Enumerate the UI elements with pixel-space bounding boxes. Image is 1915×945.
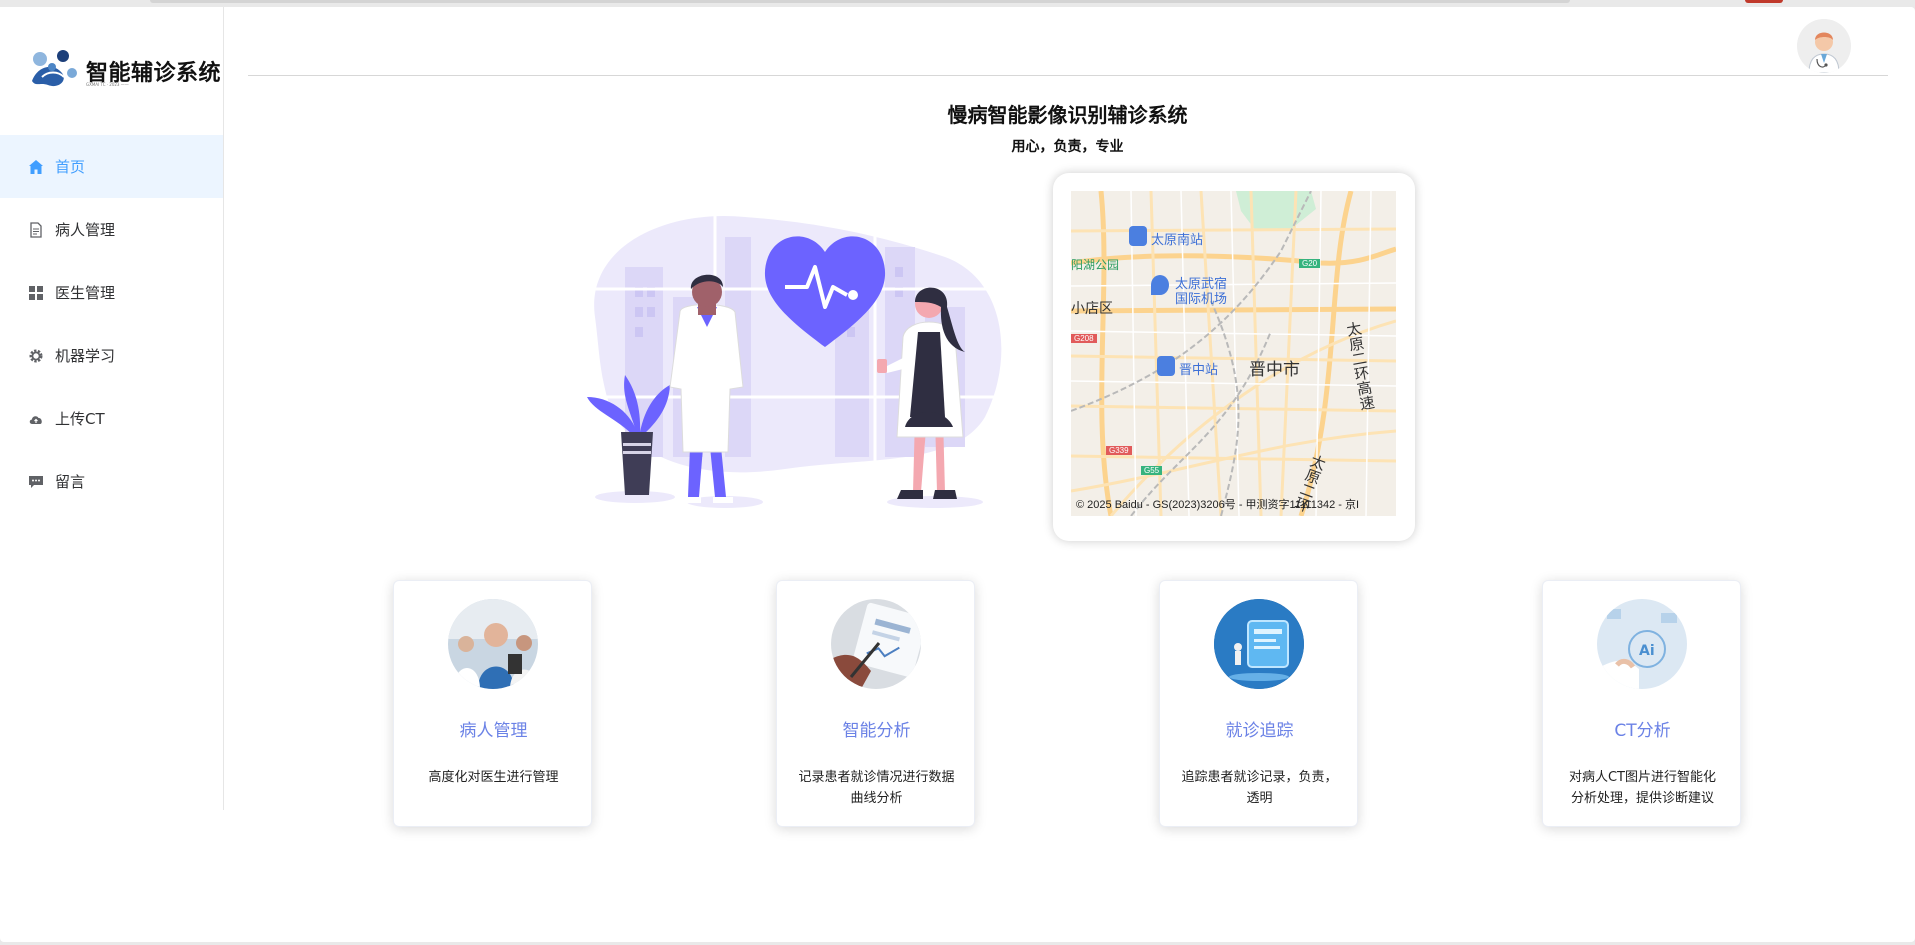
digital-tracking-photo <box>1214 599 1304 689</box>
logo-mark-icon <box>32 50 77 87</box>
sidebar-item-label: 留言 <box>55 473 86 491</box>
airport-icon <box>1151 275 1169 295</box>
map-label-jinzhong-station: 晋中站 <box>1179 362 1219 377</box>
baidu-map[interactable]: 太原南站 阳湖公园 太原武宿 国际机场 小店区 晋中站 晋中市 太原二环高速 太… <box>1071 191 1396 516</box>
sidebar-item-label: 病人管理 <box>55 221 116 239</box>
feature-title: CT分析 <box>1614 721 1671 741</box>
doctors-heart-illustration <box>587 212 1005 508</box>
page-subtitle: 用心，负责，专业 <box>1011 139 1124 155</box>
sidebar-item-upload-ct[interactable]: 上传CT <box>0 387 223 450</box>
road-shield-g20: G20 <box>1299 259 1321 268</box>
map-label-yanghu-park: 阳湖公园 <box>1071 258 1120 272</box>
sidebar-item-label: 机器学习 <box>55 347 116 365</box>
road-shield-g55: G55 <box>1141 466 1163 475</box>
app-logo[interactable]: 智能辅诊系统 GXMAI TC · 2023 —— <box>28 45 221 100</box>
sidebar-item-label: 上传CT <box>55 410 105 428</box>
message-icon <box>27 473 45 491</box>
doctor-team-photo <box>448 599 538 689</box>
app-frame: 智能辅诊系统 GXMAI TC · 2023 —— 首页 病人管理 医生管理 机… <box>0 7 1915 942</box>
feature-card-patient-management[interactable]: 病人管理 高度化对医生进行管理 <box>393 580 592 827</box>
logo-subtitle: GXMAI TC · 2023 —— <box>86 82 129 87</box>
map-copyright: © 2025 Baidu - GS(2023)3206号 - 甲测资字11111… <box>1076 499 1360 511</box>
browser-button-edge <box>1745 0 1783 3</box>
sidebar-item-messages[interactable]: 留言 <box>0 450 223 513</box>
feature-card-visit-tracking[interactable]: 就诊追踪 追踪患者就诊记录，负责，透明 <box>1159 580 1358 827</box>
feature-title: 就诊追踪 <box>1225 721 1294 741</box>
road-shield-g339: G339 <box>1106 446 1132 455</box>
map-label-airport-2: 国际机场 <box>1175 291 1228 306</box>
user-avatar[interactable] <box>1797 19 1851 73</box>
sidebar-menu: 首页 病人管理 医生管理 机器学习 上传CT 留言 <box>0 135 223 513</box>
map-label-taiyuan-south: 太原南站 <box>1151 232 1204 247</box>
feature-description: 追踪患者就诊记录，负责，透明 <box>1181 770 1338 806</box>
header-divider <box>248 75 1888 76</box>
home-icon <box>27 158 45 176</box>
cloud-upload-icon <box>27 410 45 428</box>
grid-icon <box>27 284 45 302</box>
sidebar-item-label: 医生管理 <box>55 284 116 302</box>
gear-icon <box>27 347 45 365</box>
feature-description: 对病人CT图片进行智能化分析处理，提供诊断建议 <box>1568 770 1717 806</box>
map-label-xiaodian: 小店区 <box>1071 300 1113 316</box>
page-title: 慢病智能影像识别辅诊系统 <box>947 103 1188 127</box>
doctor-avatar-icon <box>1797 19 1851 73</box>
feature-card-smart-analysis[interactable]: 智能分析 记录患者就诊情况进行数据曲线分析 <box>776 580 975 827</box>
ai-ct-photo: Ai <box>1597 599 1687 689</box>
tablet-analysis-photo <box>831 599 921 689</box>
feature-title: 病人管理 <box>459 721 528 741</box>
svg-text:Ai: Ai <box>1639 643 1655 659</box>
feature-description: 记录患者就诊情况进行数据曲线分析 <box>798 770 955 806</box>
train-station-icon <box>1157 356 1175 376</box>
document-icon <box>27 221 45 239</box>
map-card: 太原南站 阳湖公园 太原武宿 国际机场 小店区 晋中站 晋中市 太原二环高速 太… <box>1053 173 1415 541</box>
sidebar-item-patients[interactable]: 病人管理 <box>0 198 223 261</box>
feature-card-ct-analysis[interactable]: Ai CT分析 对病人CT图片进行智能化分析处理，提供诊断建议 <box>1542 580 1741 827</box>
map-label-jinzhong-city: 晋中市 <box>1249 360 1300 379</box>
sidebar-item-doctors[interactable]: 医生管理 <box>0 261 223 324</box>
feature-title: 智能分析 <box>842 721 911 741</box>
sidebar-item-machine-learning[interactable]: 机器学习 <box>0 324 223 387</box>
road-shield-g208: G208 <box>1071 334 1097 343</box>
feature-description: 高度化对医生进行管理 <box>428 770 559 785</box>
address-bar-edge <box>150 0 1570 3</box>
train-station-icon <box>1129 226 1147 246</box>
sidebar-item-label: 首页 <box>55 158 86 176</box>
